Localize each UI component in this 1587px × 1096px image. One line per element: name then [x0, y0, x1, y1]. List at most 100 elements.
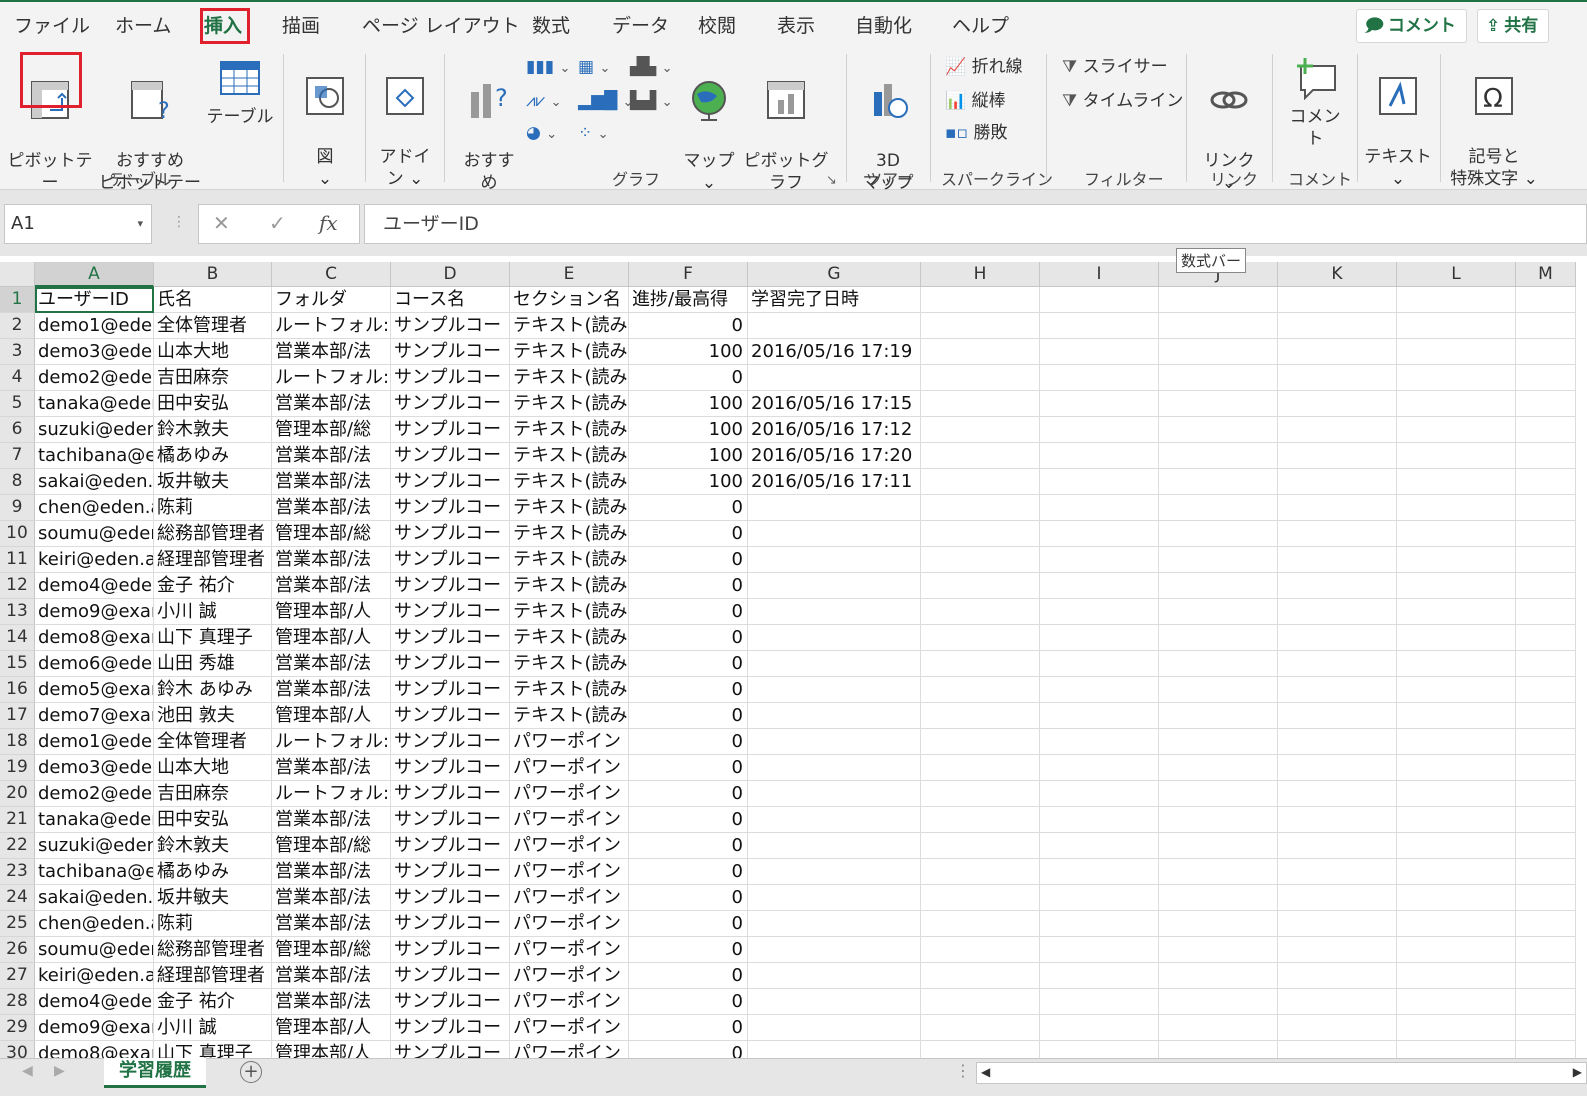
tab-draw[interactable]: 描画: [282, 12, 320, 40]
cell[interactable]: テキスト(読み: [510, 521, 629, 547]
cell[interactable]: [1159, 469, 1278, 495]
cell[interactable]: 営業本部/法: [272, 391, 391, 417]
cell[interactable]: サンプルコー: [391, 547, 510, 573]
row-header[interactable]: 1: [0, 287, 35, 313]
column-header[interactable]: F: [629, 262, 748, 287]
cell[interactable]: [748, 859, 921, 885]
cell[interactable]: [921, 807, 1040, 833]
cell[interactable]: [1278, 885, 1397, 911]
cell[interactable]: 0: [629, 781, 748, 807]
cell[interactable]: [921, 781, 1040, 807]
cell[interactable]: [921, 547, 1040, 573]
sparkline-column-button[interactable]: 📊 縦棒: [945, 88, 1006, 114]
row-header[interactable]: 18: [0, 729, 35, 755]
cell[interactable]: [921, 885, 1040, 911]
cell[interactable]: [1278, 625, 1397, 651]
waterfall-chart-button[interactable]: ▟▙ ⌄: [630, 54, 672, 82]
cell[interactable]: [1516, 781, 1576, 807]
cell[interactable]: [1159, 989, 1278, 1015]
cell[interactable]: 0: [629, 521, 748, 547]
row-header[interactable]: 21: [0, 807, 35, 833]
cell[interactable]: [921, 755, 1040, 781]
cell[interactable]: [1040, 313, 1159, 339]
cell[interactable]: [1159, 573, 1278, 599]
cell[interactable]: [748, 729, 921, 755]
add-sheet-icon[interactable]: +: [240, 1061, 262, 1083]
cell[interactable]: demo3@eden: [35, 339, 154, 365]
cell[interactable]: セクション名: [510, 287, 629, 313]
cell[interactable]: [1040, 339, 1159, 365]
cell[interactable]: テキスト(読み: [510, 625, 629, 651]
cell[interactable]: 総務部管理者: [154, 521, 272, 547]
cell[interactable]: 営業本部/法: [272, 677, 391, 703]
cell[interactable]: テキスト(読み: [510, 391, 629, 417]
cell[interactable]: [1159, 807, 1278, 833]
cell[interactable]: [748, 495, 921, 521]
cell[interactable]: 管理本部/人: [272, 1015, 391, 1041]
column-header[interactable]: C: [272, 262, 391, 287]
row-header[interactable]: 4: [0, 365, 35, 391]
cell[interactable]: [1516, 391, 1576, 417]
column-header[interactable]: D: [391, 262, 510, 287]
cell[interactable]: [921, 573, 1040, 599]
cell[interactable]: [1516, 599, 1576, 625]
cell[interactable]: [1516, 469, 1576, 495]
cell[interactable]: [748, 677, 921, 703]
cell[interactable]: [1040, 755, 1159, 781]
cell[interactable]: サンプルコー: [391, 443, 510, 469]
column-header[interactable]: M: [1516, 262, 1576, 287]
cell[interactable]: [1397, 573, 1516, 599]
cell[interactable]: サンプルコー: [391, 391, 510, 417]
cell[interactable]: 営業本部/法: [272, 547, 391, 573]
cell[interactable]: [921, 521, 1040, 547]
cell[interactable]: [1278, 469, 1397, 495]
cell[interactable]: [1159, 625, 1278, 651]
cell[interactable]: 0: [629, 1041, 748, 1058]
cell[interactable]: [1516, 963, 1576, 989]
cell[interactable]: 管理本部/人: [272, 1041, 391, 1058]
cell[interactable]: [1159, 599, 1278, 625]
cell[interactable]: ルートフォル:: [272, 365, 391, 391]
row-header[interactable]: 25: [0, 911, 35, 937]
cell[interactable]: 坂井敏夫: [154, 885, 272, 911]
row-header[interactable]: 16: [0, 677, 35, 703]
cell[interactable]: [1040, 625, 1159, 651]
cell[interactable]: [921, 859, 1040, 885]
cell[interactable]: 2016/05/16 17:12: [748, 417, 921, 443]
row-header[interactable]: 15: [0, 651, 35, 677]
row-header[interactable]: 7: [0, 443, 35, 469]
timeline-button[interactable]: ⧩ タイムライン: [1062, 88, 1183, 114]
cell[interactable]: パワーポイン: [510, 963, 629, 989]
cell[interactable]: [1278, 807, 1397, 833]
cell[interactable]: [1040, 1015, 1159, 1041]
cell[interactable]: demo7@exam: [35, 703, 154, 729]
cell[interactable]: suzuki@eden: [35, 833, 154, 859]
cell[interactable]: [748, 1041, 921, 1058]
cell[interactable]: サンプルコー: [391, 963, 510, 989]
cell[interactable]: パワーポイン: [510, 833, 629, 859]
cell[interactable]: [1040, 521, 1159, 547]
cell[interactable]: [1278, 287, 1397, 313]
cell[interactable]: [748, 365, 921, 391]
tab-data[interactable]: データ: [612, 12, 669, 40]
cell[interactable]: 0: [629, 989, 748, 1015]
cell[interactable]: keiri@eden.ac: [35, 963, 154, 989]
formula-input[interactable]: ユーザーID: [364, 204, 1587, 244]
tab-view[interactable]: 表示: [777, 12, 815, 40]
cell[interactable]: 山下 真理子: [154, 1041, 272, 1058]
cell[interactable]: [748, 833, 921, 859]
combo-chart-button[interactable]: ▙▟ ⌄: [630, 88, 672, 116]
cell[interactable]: [748, 703, 921, 729]
cell[interactable]: [1040, 365, 1159, 391]
cell[interactable]: [1278, 599, 1397, 625]
cell[interactable]: パワーポイン: [510, 729, 629, 755]
cell[interactable]: [1516, 625, 1576, 651]
row-header[interactable]: 26: [0, 937, 35, 963]
cell[interactable]: [1397, 365, 1516, 391]
cell[interactable]: [1278, 937, 1397, 963]
cell[interactable]: 0: [629, 911, 748, 937]
cell[interactable]: [921, 729, 1040, 755]
row-header[interactable]: 22: [0, 833, 35, 859]
cell[interactable]: [1516, 339, 1576, 365]
cell[interactable]: サンプルコー: [391, 625, 510, 651]
